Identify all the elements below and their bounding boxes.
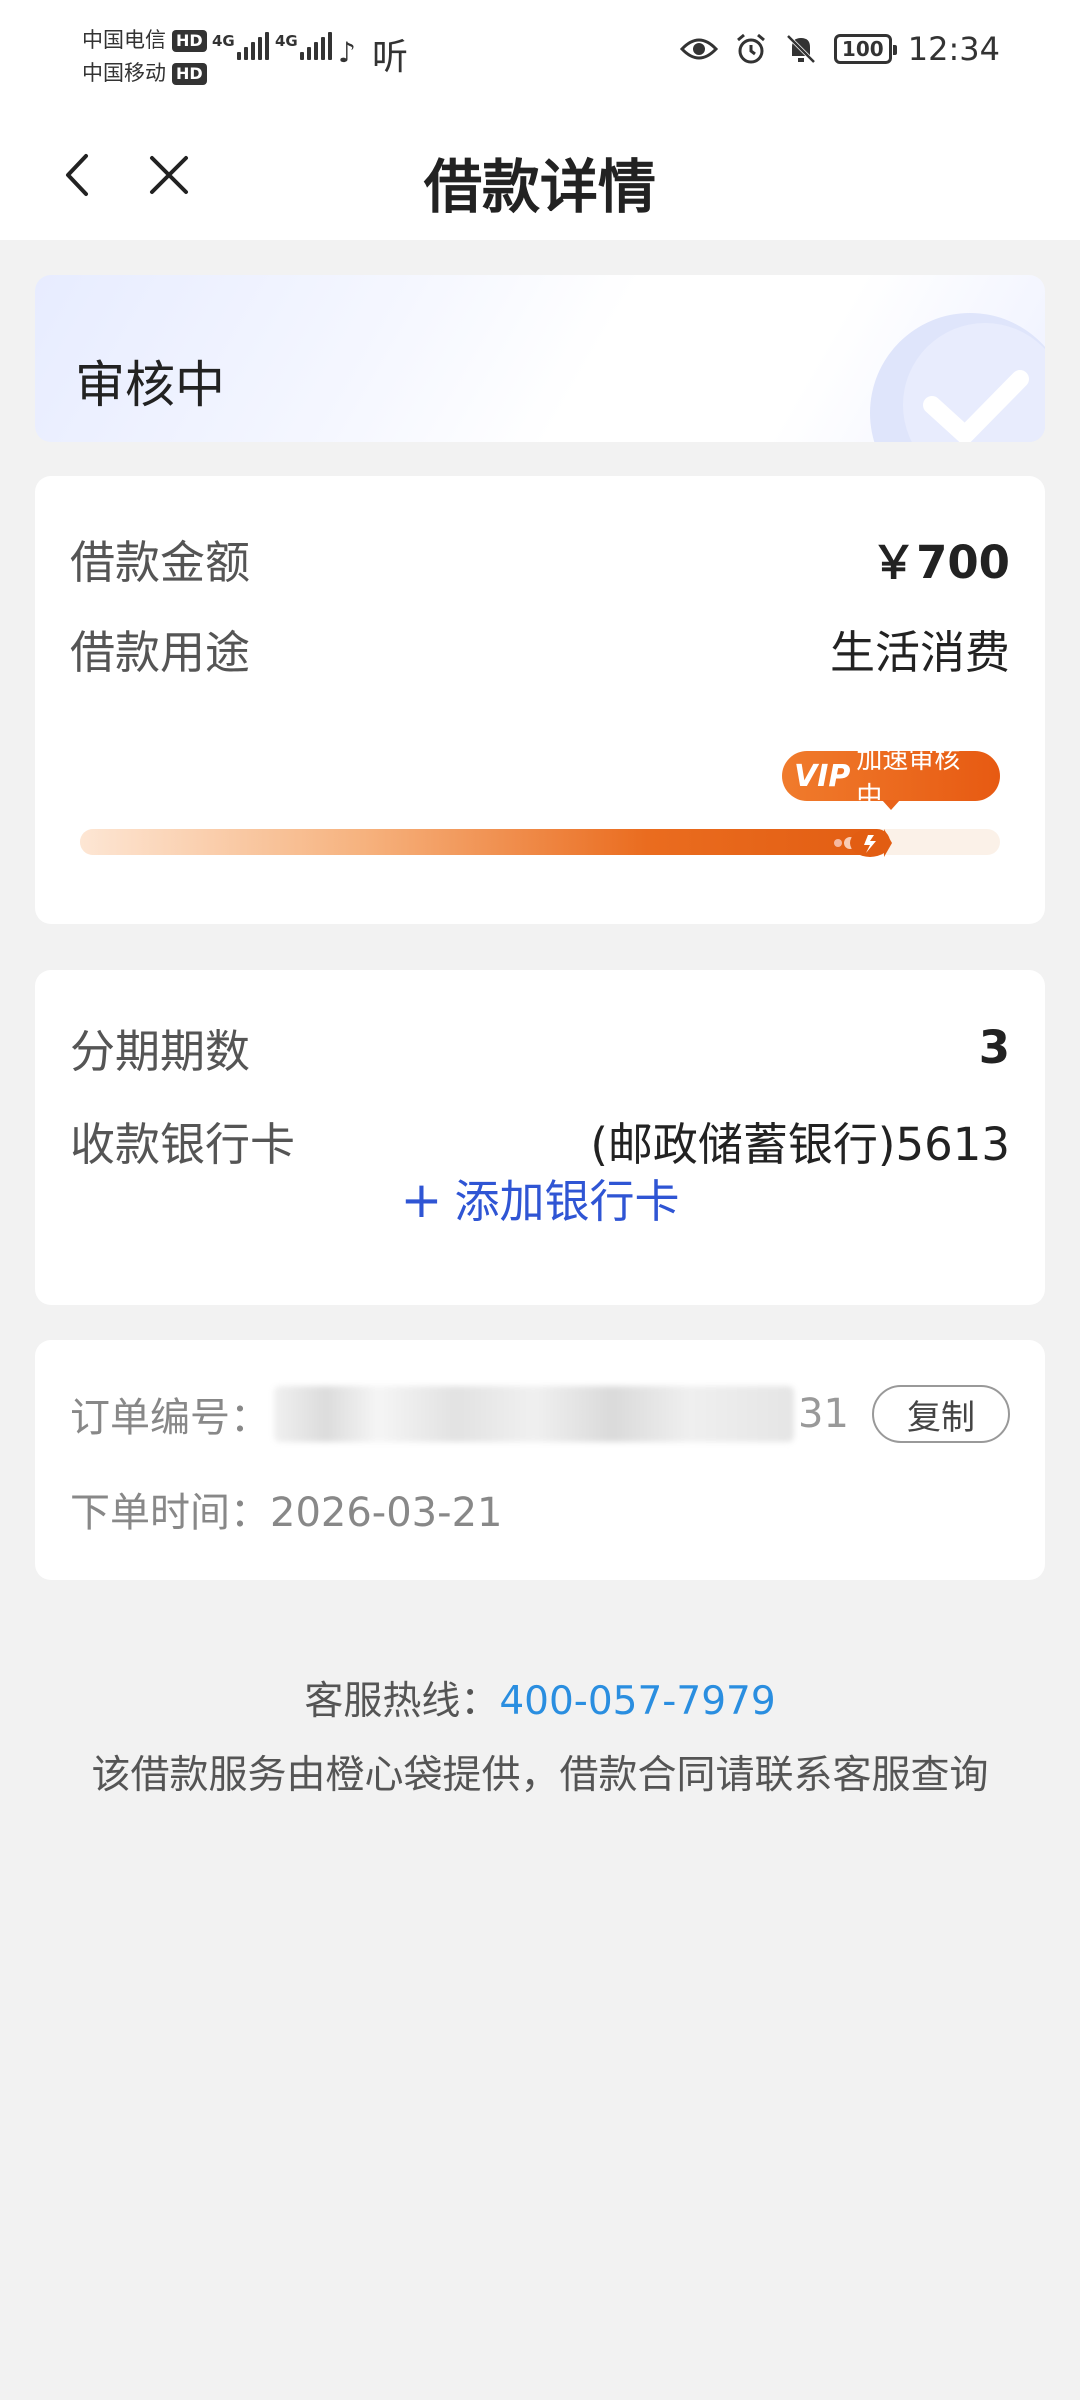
order-number-tail: 31 (798, 1391, 849, 1437)
hotline-row: 客服热线：400-057-7979 (0, 1670, 1080, 1726)
carrier-1: 中国电信 (82, 28, 166, 52)
status-bar: 中国电信 HD 中国移动 HD 4G 4G ♪ 听 100 12:34 (0, 0, 1080, 110)
periods-value: 3 (978, 1021, 1010, 1074)
battery-icon: 100 (833, 34, 897, 64)
periods-row: 分期期数 3 (70, 1015, 1010, 1080)
mute-bell-icon (786, 34, 816, 64)
clock: 12:34 (907, 30, 1000, 68)
review-status-card: 审核中 (35, 275, 1045, 442)
check-circle-icon (870, 313, 1045, 442)
eye-icon (679, 38, 718, 60)
vip-accelerate-badge: VIP 加速审核中 (782, 745, 1000, 812)
bank-card-row[interactable]: 收款银行卡 (邮政储蓄银行)5613 (70, 1108, 1010, 1173)
copy-button[interactable]: 复制 (872, 1385, 1010, 1443)
carrier-2: 中国移动 (82, 61, 166, 85)
plus-icon: + (400, 1171, 443, 1229)
carrier-info: 中国电信 HD 中国移动 HD (82, 24, 207, 90)
order-time-value: 2026-03-21 (270, 1490, 503, 1536)
review-status-text: 审核中 (75, 356, 225, 414)
signal-icon: 4G (275, 32, 335, 60)
signal-icon: 4G (212, 32, 272, 60)
notification-icon: ♪ (338, 36, 356, 69)
footer: 客服热线：400-057-7979 该借款服务由橙心袋提供，借款合同请联系客服查… (0, 1670, 1080, 1800)
network-type: 4G (275, 32, 298, 50)
order-number-row: 订单编号： 31 (70, 1385, 849, 1443)
bank-card-label: 收款银行卡 (70, 1118, 296, 1171)
purpose-row: 借款用途 生活消费 (70, 616, 1010, 681)
system-status: 100 12:34 (679, 30, 1000, 68)
progress-fill (80, 829, 890, 855)
order-card: 订单编号： 31 复制 下单时间：2026-03-21 (35, 1340, 1045, 1580)
page-header: 借款详情 (0, 110, 1080, 240)
purpose-value: 生活消费 (829, 626, 1010, 679)
purpose-label: 借款用途 (70, 626, 251, 679)
listen-icon: 听 (372, 37, 409, 78)
rocket-icon (834, 829, 892, 857)
bank-card-value: (邮政储蓄银行)5613 (590, 1118, 1010, 1171)
add-bank-card-label: 添加银行卡 (454, 1175, 680, 1228)
hotline-number-link[interactable]: 400-057-7979 (499, 1679, 775, 1724)
loan-info-card: 借款金额 ￥700 借款用途 生活消费 VIP 加速审核中 (35, 476, 1045, 924)
amount-row: 借款金额 ￥700 (70, 526, 1010, 591)
badge-text: 加速审核中 (856, 745, 961, 812)
hd-badge: HD (172, 62, 207, 85)
order-time-label: 下单时间： (70, 1490, 270, 1536)
order-number-label: 订单编号： (70, 1395, 270, 1441)
amount-label: 借款金额 (70, 536, 251, 589)
order-number-redacted (274, 1386, 794, 1442)
review-progress: VIP 加速审核中 (80, 745, 1000, 871)
service-note: 该借款服务由橙心袋提供，借款合同请联系客服查询 (91, 1753, 989, 1798)
periods-label: 分期期数 (70, 1025, 251, 1078)
alarm-icon (736, 33, 765, 64)
hd-badge: HD (172, 29, 207, 52)
add-bank-card-link[interactable]: + 添加银行卡 (35, 1165, 1045, 1230)
network-type: 4G (212, 32, 235, 50)
order-time-row: 下单时间：2026-03-21 (70, 1480, 502, 1538)
hotline-label: 客服热线： (304, 1679, 500, 1724)
installment-card: 分期期数 3 收款银行卡 (邮政储蓄银行)5613 + 添加银行卡 (35, 970, 1045, 1305)
amount-value: ￥700 (871, 536, 1010, 589)
vip-label: VIP (794, 758, 851, 794)
page-title: 借款详情 (423, 153, 656, 221)
